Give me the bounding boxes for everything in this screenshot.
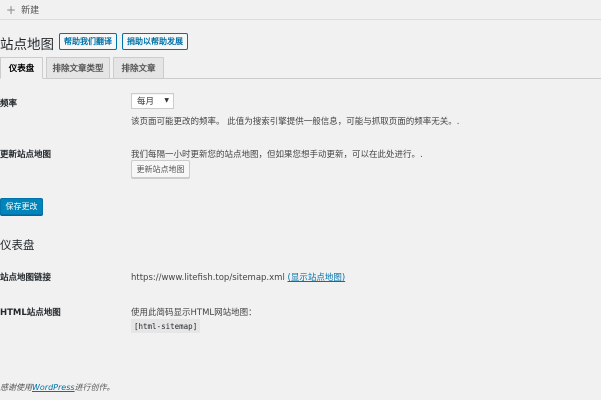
footer-suffix: 进行创作。 xyxy=(74,383,115,392)
dashboard-heading: 仪表盘 xyxy=(0,238,35,252)
view-sitemap-link[interactable]: (显示站点地图) xyxy=(288,273,346,283)
save-changes-button[interactable]: 保存更改 xyxy=(0,198,43,215)
footer-prefix: 感谢使用 xyxy=(0,383,32,392)
chevron-down-icon: ▼ xyxy=(164,97,169,104)
new-link[interactable]: 新建 xyxy=(21,3,39,16)
donate-button[interactable]: 捐助以帮助发展 xyxy=(122,33,188,50)
sitemap-link-row: https://www.litefish.top/sitemap.xml (显示… xyxy=(131,271,345,283)
frequency-value: 每月 xyxy=(137,97,155,107)
html-sitemap-shortcode[interactable]: [html-sitemap] xyxy=(131,319,201,333)
update-sitemap-button[interactable]: 更新站点地图 xyxy=(131,160,190,178)
tab-dashboard[interactable]: 仪表盘 xyxy=(0,57,43,79)
html-sitemap-label: HTML站点地图 xyxy=(0,308,61,318)
tab-exclude-posts[interactable]: 排除文章 xyxy=(113,57,164,79)
help-translate-button[interactable]: 帮助我们翻译 xyxy=(59,33,117,50)
frequency-select[interactable]: 每月 ▼ xyxy=(131,93,174,109)
page-title: 站点地图 xyxy=(0,37,54,53)
sitemap-link-label: 站点地图链接 xyxy=(0,273,52,283)
wordpress-link[interactable]: WordPress xyxy=(32,383,75,392)
frequency-label: 频率 xyxy=(0,99,18,109)
sitemap-url: https://www.litefish.top/sitemap.xml xyxy=(131,273,285,283)
html-sitemap-description: 使用此简码显示HTML网站地图： xyxy=(131,308,257,318)
footer-credit: 感谢使用WordPress进行创作。 xyxy=(0,382,115,393)
plus-icon[interactable]: + xyxy=(6,4,16,16)
tab-bar: 仪表盘 排除文章类型 排除文章 xyxy=(0,57,601,79)
tab-exclude-post-types[interactable]: 排除文章类型 xyxy=(46,57,110,79)
update-sitemap-description: 我们每隔一小时更新您的站点地图，但如果您想手动更新，可以在此处进行。. xyxy=(131,150,423,160)
update-sitemap-label: 更新站点地图 xyxy=(0,150,52,160)
frequency-description: 该页面可能更改的频率。 此值为搜索引擎提供一般信息，可能与抓取页面的频率无关。. xyxy=(131,117,460,127)
admin-bar: + 新建 xyxy=(0,0,601,20)
